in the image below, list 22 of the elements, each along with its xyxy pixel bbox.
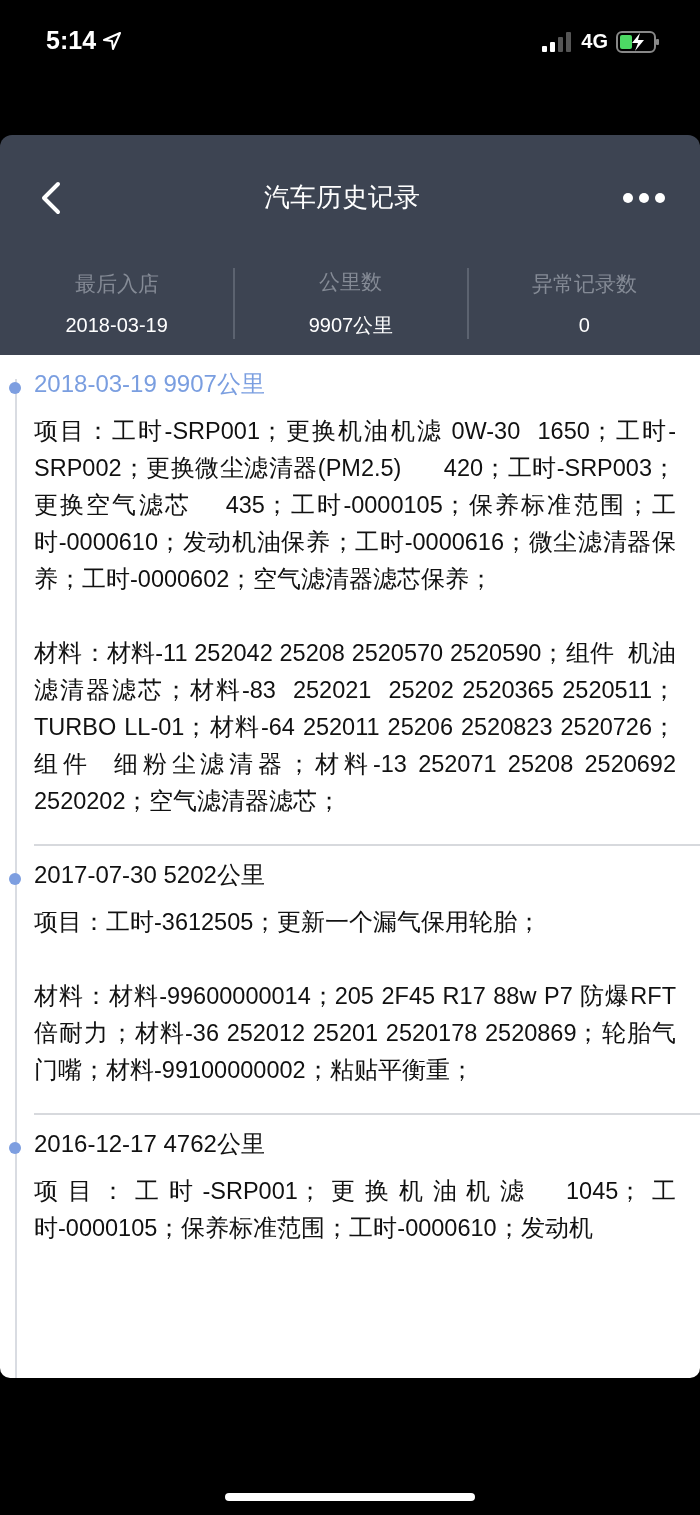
record-text: 材料：材料-99600000014；205 2F45 R17 88w P7 防爆RFT 倍耐力；材料-36 252012 25201 2520178 2520869；轮胎气门嘴；材料-99100000002；粘贴平衡重； bbox=[34, 982, 676, 1085]
battery-charging-icon bbox=[616, 30, 660, 53]
timeline-dot bbox=[9, 382, 21, 394]
location-arrow-icon bbox=[102, 30, 123, 51]
signal-icon bbox=[541, 31, 574, 52]
stat-label: 最后入店 bbox=[74, 271, 159, 297]
record-text: 项目：工时-SRP001；更换机油机滤 0W-30 1650；工时-SRP002；更换微尘滤清器(PM2.5) 420；工时-SRP003；更换空气滤芯 435；工时-0000105；保养标准范围；工时-0000610；发动机油保养；工时-0000616；微尘滤清器保养；工时-0000602；空气滤清器滤芯保养； bbox=[34, 417, 676, 594]
page-title: 汽车历史记录 bbox=[264, 181, 420, 214]
timeline-dot bbox=[9, 873, 21, 885]
stat-value: 9907公里 bbox=[308, 313, 394, 338]
stat-label: 公里数 bbox=[319, 269, 383, 295]
record-title[interactable]: 2017-07-30 5202公里 bbox=[34, 858, 676, 892]
record-text: 项目：工时-SRP001；更换机油机滤 1045；工时-0000105；保养标准范围；工时-0000610；发动机 bbox=[34, 1177, 676, 1243]
stat-value: 2018-03-19 bbox=[65, 314, 168, 337]
timeline-dot bbox=[9, 1142, 21, 1154]
record-text: 项目：工时-3612505；更新一个漏气保用轮胎； bbox=[34, 908, 543, 937]
network-type: 4G bbox=[581, 30, 608, 53]
record-text: 材料：材料-11 252042 25208 2520570 2520590；组件 机油滤清器滤芯；材料-83 252021 25202 2520365 2520511；TURBO LL-01；材料-64 252011 25206 2520823 2520726；组件 细粉尘滤清器；材料-13 252071 25208 2520692 2520202；空气滤清器滤芯； bbox=[34, 639, 676, 816]
status-time: 5:14 bbox=[46, 26, 97, 55]
record-title[interactable]: 2016-12-17 4762公里 bbox=[34, 1127, 676, 1161]
stat-value: 0 bbox=[578, 314, 590, 337]
stat-label: 异常记录数 bbox=[531, 271, 637, 297]
